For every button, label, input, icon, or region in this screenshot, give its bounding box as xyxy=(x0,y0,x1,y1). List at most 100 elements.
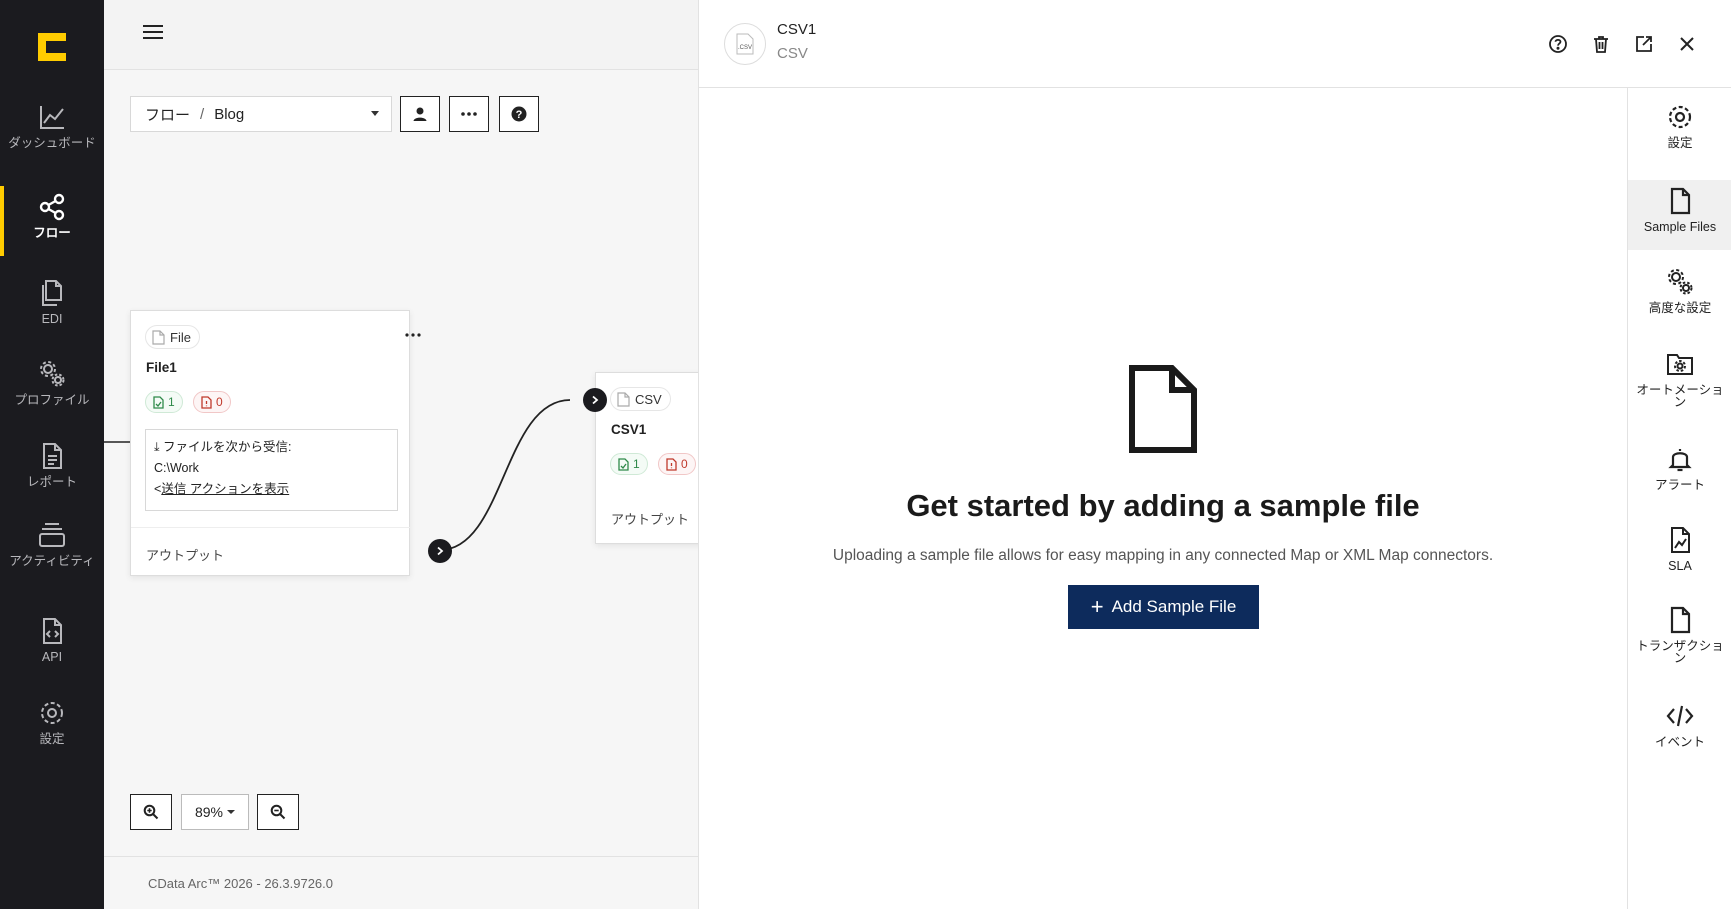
zoom-out-button[interactable] xyxy=(257,794,299,830)
nav-item-profile[interactable]: プロファイル xyxy=(0,353,104,433)
csv-file-icon: .CSV xyxy=(736,33,754,55)
node-type-label: CSV xyxy=(635,391,662,407)
output-port[interactable] xyxy=(428,539,452,563)
nav-item-settings[interactable]: 設定 xyxy=(0,692,104,772)
cogs-icon xyxy=(1668,269,1693,295)
file-type-icon xyxy=(152,329,165,345)
nav-item-dashboard[interactable]: ダッシュボード xyxy=(0,96,104,176)
flow-node-csv1[interactable]: CSV CSV1 1 0 アウトプット xyxy=(595,372,705,544)
sample-files-empty-state: Get started by adding a sample file Uplo… xyxy=(699,88,1627,909)
connector-avatar: .CSV xyxy=(724,23,766,65)
panel-tab-label: SLA xyxy=(1668,559,1692,573)
node-output-label: アウトプット xyxy=(146,548,225,563)
panel-tab-settings[interactable]: 設定 xyxy=(1628,96,1731,166)
success-count: 1 xyxy=(168,395,175,409)
error-count: 0 xyxy=(216,395,223,409)
chevron-right-icon xyxy=(592,395,599,405)
node-name: CSV1 xyxy=(611,422,647,437)
panel-tab-sample-files[interactable]: Sample Files xyxy=(1628,180,1731,250)
panel-tab-label: 設定 xyxy=(1667,136,1693,150)
panel-tab-label: オートメーション xyxy=(1636,383,1724,409)
node-type-badge: CSV xyxy=(610,387,671,411)
empty-state-title: Get started by adding a sample file xyxy=(906,488,1420,523)
nav-item-label: ダッシュボード xyxy=(8,136,96,150)
node-menu-icon[interactable] xyxy=(405,333,421,337)
bell-icon xyxy=(1668,449,1692,472)
add-sample-file-label: Add Sample File xyxy=(1111,597,1237,616)
folder-gear-icon xyxy=(1667,354,1693,375)
open-external-button[interactable] xyxy=(1631,31,1657,57)
success-count-badge[interactable]: 1 xyxy=(145,391,183,413)
error-count-badge[interactable]: 0 xyxy=(193,391,231,413)
api-file-icon xyxy=(43,618,62,644)
layers-icon xyxy=(39,523,65,547)
nav-item-api[interactable]: API xyxy=(0,610,104,690)
file-icon xyxy=(1670,187,1691,215)
panel-tab-advanced[interactable]: 高度な設定 xyxy=(1628,261,1731,331)
cogs-icon xyxy=(40,361,65,387)
report-icon xyxy=(43,443,62,469)
error-count: 0 xyxy=(681,457,688,471)
panel-title: CSV1 xyxy=(777,21,817,38)
download-icon: ⤓ xyxy=(154,440,160,454)
left-navigation: ダッシュボード フロー EDI プロファイル レポート アクティビティ API … xyxy=(0,0,104,909)
plus-icon: + xyxy=(1090,594,1104,619)
panel-tab-events[interactable]: イベント xyxy=(1628,695,1731,765)
nav-item-label: EDI xyxy=(41,312,63,326)
sla-file-icon xyxy=(1671,527,1690,553)
zoom-level-select[interactable]: 89% xyxy=(181,794,249,830)
zoom-in-button[interactable] xyxy=(130,794,172,830)
chevron-right-icon xyxy=(437,546,444,556)
panel-tab-automation[interactable]: オートメーション xyxy=(1628,343,1731,413)
send-actions-link[interactable]: 送信 アクションを表示 xyxy=(161,482,289,496)
help-button[interactable] xyxy=(1545,31,1571,57)
close-icon xyxy=(1680,37,1694,51)
input-port[interactable] xyxy=(583,388,607,412)
file-error-icon xyxy=(666,457,677,471)
cdata-logo-icon[interactable] xyxy=(36,31,68,63)
external-link-icon xyxy=(1636,36,1652,52)
nav-item-label: API xyxy=(41,650,63,664)
zoom-in-icon xyxy=(143,804,159,820)
delete-button[interactable] xyxy=(1588,31,1614,57)
connector-panel: .CSV CSV1 CSV Get started by adding a sa… xyxy=(698,0,1731,909)
file-icon xyxy=(1670,606,1691,634)
trash-icon xyxy=(1594,36,1608,53)
version-footer: CData Arc™ 2026 - 26.3.9726.0 xyxy=(104,856,698,909)
nav-item-activity[interactable]: アクティビティ xyxy=(0,514,104,594)
empty-state-description: Uploading a sample file allows for easy … xyxy=(832,547,1494,564)
nav-item-label: プロファイル xyxy=(14,393,90,407)
node-output-label: アウトプット xyxy=(611,512,690,527)
panel-tab-label: トランザクション xyxy=(1636,639,1724,665)
node-info-box: ⤓ ファイルを次から受信: C:\Work <送信 アクションを表示 xyxy=(145,429,398,511)
documents-icon xyxy=(42,280,62,306)
add-sample-file-button[interactable]: + Add Sample File xyxy=(1068,585,1259,629)
svg-text:.CSV: .CSV xyxy=(738,45,752,51)
panel-subtitle: CSV xyxy=(777,45,808,62)
file-icon xyxy=(1129,365,1197,453)
nav-item-edi[interactable]: EDI xyxy=(0,272,104,352)
flow-canvas[interactable]: フロー / Blog ? File File1 1 0 ⤓ ファイルを次から受信… xyxy=(104,0,705,909)
nav-item-report[interactable]: レポート xyxy=(0,435,104,515)
panel-tab-transactions[interactable]: トランザクション xyxy=(1628,599,1731,669)
panel-tab-alerts[interactable]: アラート xyxy=(1628,438,1731,508)
code-icon xyxy=(1666,705,1694,727)
receive-label: ファイルを次から受信: xyxy=(163,440,292,454)
success-count-badge[interactable]: 1 xyxy=(610,453,648,475)
panel-tab-label: 高度な設定 xyxy=(1648,301,1712,315)
nav-item-flow[interactable]: フロー xyxy=(0,186,104,266)
nav-item-label: 設定 xyxy=(39,732,65,746)
chevron-down-icon xyxy=(227,810,236,814)
file-check-icon xyxy=(618,457,629,471)
error-count-badge[interactable]: 0 xyxy=(658,453,696,475)
flow-node-file1[interactable]: File File1 1 0 ⤓ ファイルを次から受信: C:\Work <送信… xyxy=(130,310,452,576)
panel-tab-label: Sample Files xyxy=(1643,220,1717,234)
gear-icon xyxy=(41,702,63,724)
share-nodes-icon xyxy=(39,193,65,221)
success-count: 1 xyxy=(633,457,640,471)
zoom-level: 89% xyxy=(194,804,224,820)
panel-tab-sla[interactable]: SLA xyxy=(1628,519,1731,589)
file-check-icon xyxy=(153,395,164,409)
close-button[interactable] xyxy=(1674,31,1700,57)
zoom-out-icon xyxy=(270,804,286,820)
